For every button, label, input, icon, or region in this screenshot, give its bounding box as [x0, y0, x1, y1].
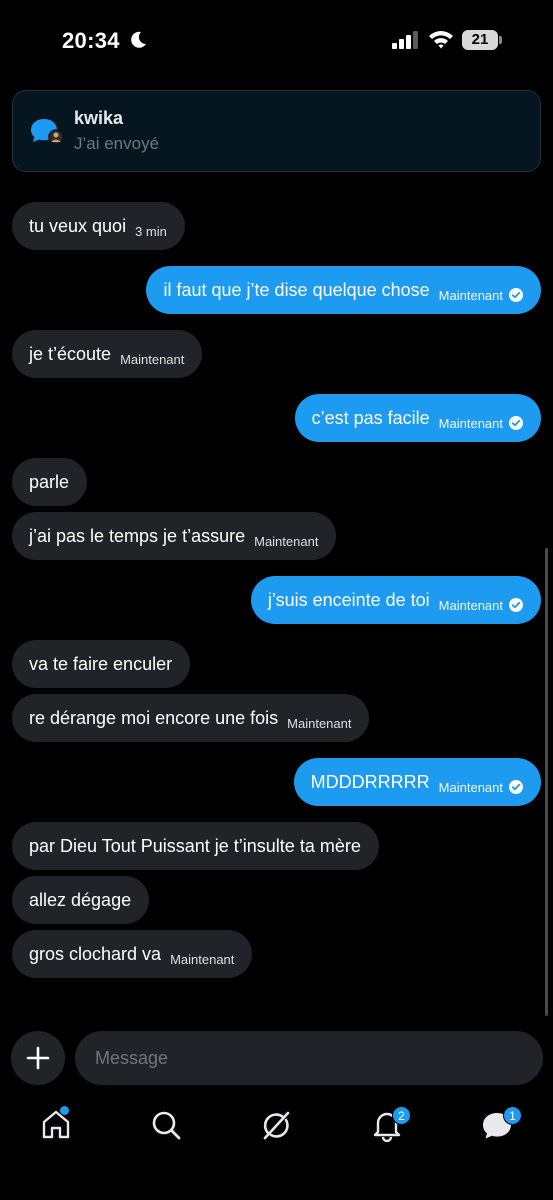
message-text: va te faire enculer — [29, 653, 173, 674]
sent-check-icon — [509, 288, 523, 302]
moon-icon — [131, 31, 146, 48]
message-text: c’est pas facile — [311, 407, 430, 428]
message-notification-icon — [31, 119, 64, 145]
message-bubble[interactable]: j’suis enceinte de toi Maintenant — [250, 576, 541, 624]
message-bubble[interactable]: re dérange moi encore une fois Maintenan… — [12, 694, 370, 742]
sent-check-icon — [509, 598, 523, 612]
message-text: MDDDRRRRR — [310, 771, 430, 792]
message-bubble[interactable]: je t’écoute Maintenant — [12, 330, 203, 378]
sent-check-icon — [509, 416, 523, 430]
search-icon[interactable] — [149, 1108, 183, 1142]
sent-check-icon — [509, 780, 523, 794]
message-text: parle — [29, 471, 70, 492]
message-text: tu veux quoi — [29, 215, 127, 236]
notification-subtitle: J’ai envoyé — [74, 134, 160, 153]
add-attachment-button[interactable] — [11, 1031, 65, 1085]
notification-banner[interactable]: kwika J’ai envoyé — [12, 90, 541, 172]
message-text: j’ai pas le temps je t’assure — [29, 525, 246, 546]
message-time: Maintenant — [438, 287, 503, 303]
message-composer[interactable] — [75, 1031, 543, 1085]
battery-icon: 21 — [462, 30, 502, 50]
message-bubble[interactable]: allez dégage — [12, 876, 150, 924]
message-text: allez dégage — [29, 889, 132, 910]
message-bubble[interactable]: par Dieu Tout Puissant je t’insulte ta m… — [12, 822, 379, 870]
message-bubble[interactable]: c’est pas facile Maintenant — [294, 394, 541, 442]
message-bubble[interactable]: tu veux quoi 3 min — [12, 202, 185, 250]
message-bubble[interactable]: gros clochard va Maintenant — [12, 930, 253, 978]
message-time: Maintenant — [438, 415, 503, 431]
scrollbar[interactable] — [545, 548, 548, 1016]
message-text: il faut que j’te dise quelque chose — [163, 279, 430, 300]
message-input[interactable] — [95, 1031, 525, 1085]
message-text: par Dieu Tout Puissant je t’insulte ta m… — [29, 835, 361, 856]
status-time: 20:34 — [62, 28, 120, 53]
message-time: Maintenant — [170, 951, 235, 967]
message-time: Maintenant — [254, 533, 319, 549]
battery-level: 21 — [471, 31, 489, 48]
signal-icon — [392, 31, 418, 49]
home-new-dot — [60, 1106, 69, 1115]
message-time: Maintenant — [120, 351, 185, 367]
notifications-badge: 2 — [392, 1106, 411, 1125]
message-bubble[interactable]: il faut que j’te dise quelque chose Main… — [146, 266, 541, 314]
messages-badge: 1 — [503, 1106, 522, 1125]
message-text: je t’écoute — [29, 343, 112, 364]
message-time: Maintenant — [287, 715, 352, 731]
message-text: gros clochard va — [29, 943, 162, 964]
message-bubble[interactable]: parle — [12, 458, 88, 506]
message-text: j’suis enceinte de toi — [267, 589, 430, 610]
plus-icon — [26, 1046, 50, 1070]
status-bar: 20:34 21 — [0, 0, 553, 80]
grok-icon[interactable] — [259, 1108, 293, 1142]
notification-title: kwika — [74, 108, 124, 128]
message-time: Maintenant — [438, 779, 503, 795]
wifi-icon — [429, 31, 453, 49]
message-bubble[interactable]: j’ai pas le temps je t’assure Maintenant — [12, 512, 337, 560]
message-time: 3 min — [135, 223, 167, 239]
message-bubble[interactable]: va te faire enculer — [12, 640, 191, 688]
message-text: re dérange moi encore une fois — [29, 707, 279, 728]
message-time: Maintenant — [438, 597, 503, 613]
message-bubble[interactable]: MDDDRRRRR Maintenant — [293, 758, 541, 806]
